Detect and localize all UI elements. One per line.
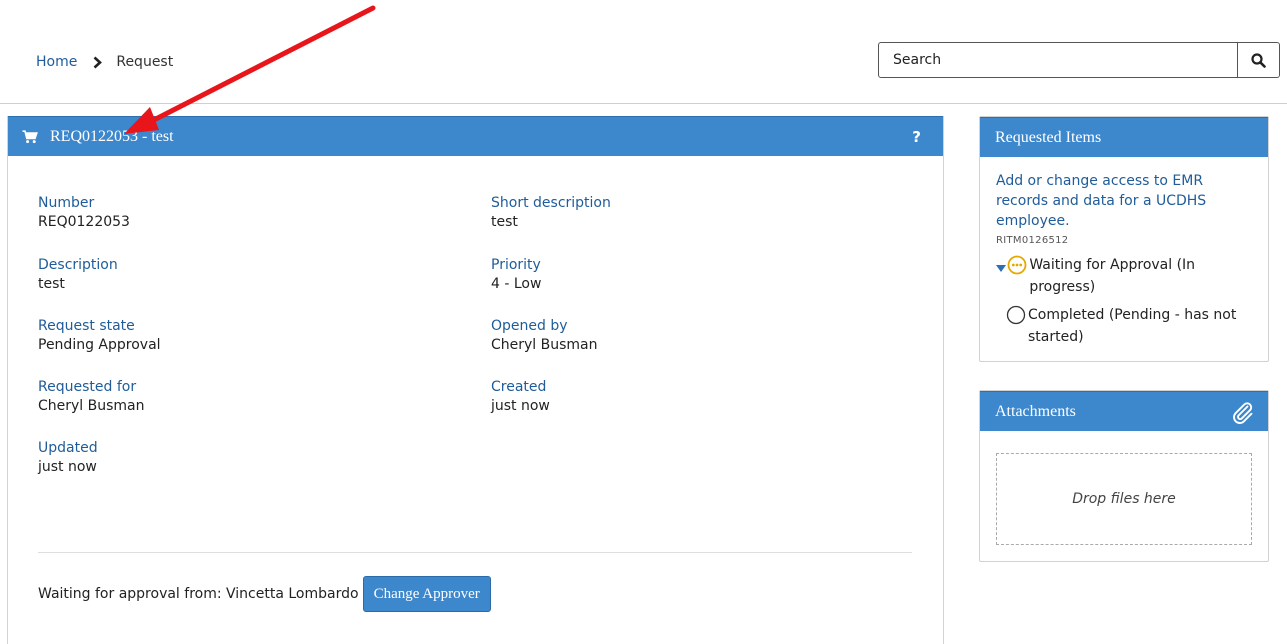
field-short-description: Short description test <box>491 194 911 232</box>
field-updated: Updated just now <box>38 439 458 477</box>
breadcrumb-current: Request <box>116 54 174 70</box>
search-input[interactable] <box>879 43 1237 77</box>
field-created: Created just now <box>491 378 911 416</box>
field-number: Number REQ0122053 <box>38 194 458 232</box>
field-opened-by: Opened by Cheryl Busman <box>491 317 911 355</box>
file-drop-zone[interactable]: Drop files here <box>996 453 1252 545</box>
field-value: test <box>491 214 518 230</box>
field-value: Cheryl Busman <box>38 398 145 414</box>
stage-waiting-approval: Waiting for Approval (In progress) <box>996 254 1252 298</box>
requested-items-header: Requested Items <box>980 117 1268 157</box>
chevron-right-icon <box>93 56 103 69</box>
divider <box>38 552 912 553</box>
caret-down-icon[interactable] <box>996 258 1007 280</box>
field-label: Updated <box>38 440 98 456</box>
field-label: Priority <box>491 257 541 273</box>
field-label: Request state <box>38 318 135 334</box>
top-bar: Home Request <box>0 0 1287 104</box>
breadcrumb: Home Request <box>36 54 173 70</box>
search-icon <box>1251 52 1266 68</box>
search-box <box>878 42 1280 78</box>
request-panel: REQ0122053 - test ? Number REQ0122053 Sh… <box>7 116 944 644</box>
field-label: Created <box>491 379 547 395</box>
field-value: just now <box>491 398 550 414</box>
request-title: REQ0122053 - test <box>50 127 174 145</box>
search-button[interactable] <box>1237 43 1279 77</box>
field-request-state: Request state Pending Approval <box>38 317 458 355</box>
stage-completed: Completed (Pending - has not started) <box>996 304 1252 348</box>
shopping-cart-icon <box>22 129 38 143</box>
field-value: 4 - Low <box>491 276 542 292</box>
field-value: test <box>38 276 65 292</box>
field-value: Cheryl Busman <box>491 337 598 353</box>
field-label: Requested for <box>38 379 137 395</box>
paperclip-icon[interactable] <box>1230 400 1254 424</box>
field-label: Short description <box>491 195 611 211</box>
stage-label: Completed (Pending - has not started) <box>1028 307 1237 345</box>
attachments-panel: Attachments Drop files here <box>979 390 1269 562</box>
field-description: Description test <box>38 256 458 294</box>
field-priority: Priority 4 - Low <box>491 256 911 294</box>
in-progress-icon <box>1007 255 1027 275</box>
approval-status-text: Waiting for approval from: Vincetta Lomb… <box>38 586 359 602</box>
field-label: Opened by <box>491 318 568 334</box>
field-label: Description <box>38 257 118 273</box>
requested-items-panel: Requested Items Add or change access to … <box>979 116 1269 362</box>
requested-item-number: RITM0126512 <box>996 235 1069 246</box>
field-value: REQ0122053 <box>38 214 130 230</box>
approval-row: Waiting for approval from: Vincetta Lomb… <box>38 576 491 612</box>
requested-items-body: Add or change access to EMR records and … <box>980 157 1268 362</box>
change-approver-button[interactable]: Change Approver <box>362 576 491 612</box>
field-label: Number <box>38 195 95 211</box>
field-value: just now <box>38 459 97 475</box>
field-value: Pending Approval <box>38 337 161 353</box>
pending-circle-icon <box>1006 305 1026 325</box>
breadcrumb-home-link[interactable]: Home <box>36 54 77 70</box>
requested-item-link[interactable]: Add or change access to EMR records and … <box>996 171 1252 231</box>
stage-label: Waiting for Approval (In progress) <box>1029 257 1196 295</box>
help-icon[interactable]: ? <box>912 128 921 146</box>
field-requested-for: Requested for Cheryl Busman <box>38 378 458 416</box>
attachments-header: Attachments <box>980 391 1268 431</box>
attachments-title: Attachments <box>995 402 1076 420</box>
request-panel-header: REQ0122053 - test ? <box>8 116 943 156</box>
